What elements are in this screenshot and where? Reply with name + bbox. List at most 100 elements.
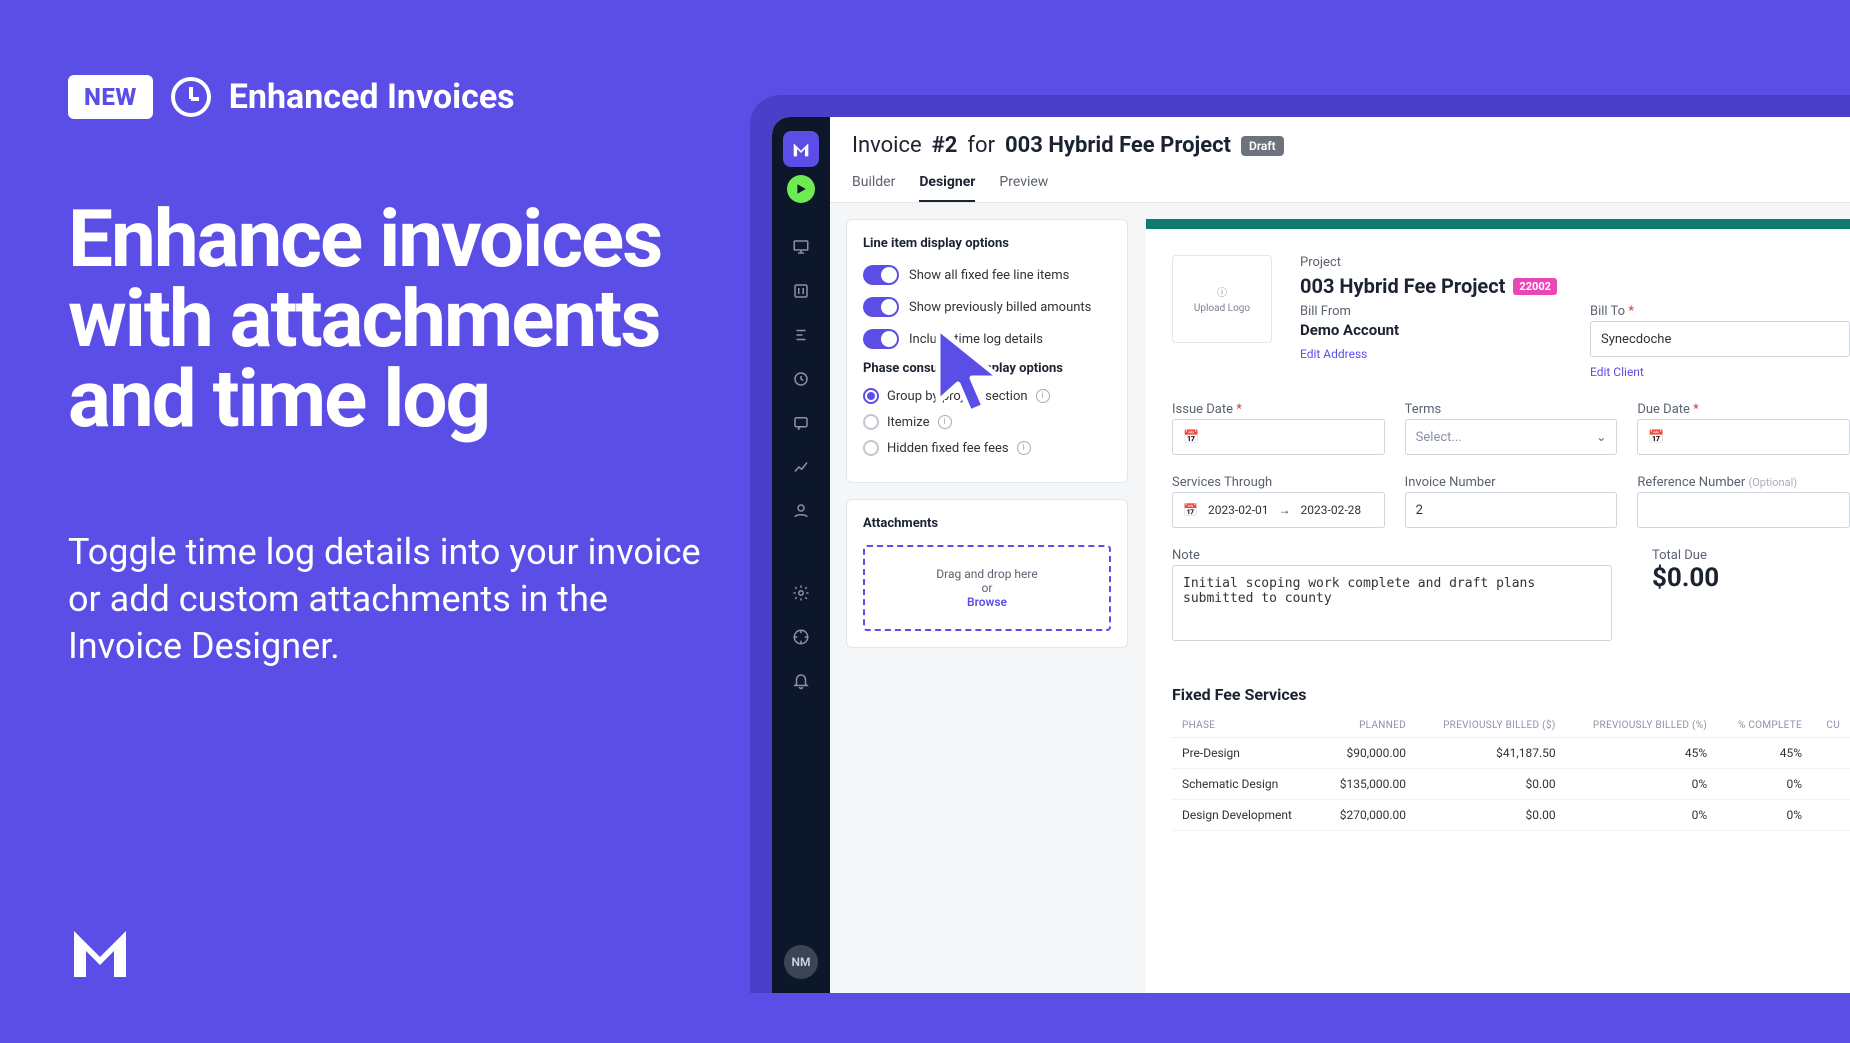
th-phase: PHASE [1172, 714, 1319, 738]
table-cell: Pre-Design [1172, 738, 1319, 769]
title-mid: for [967, 133, 995, 158]
bill-to-input[interactable]: Synecdoche [1590, 321, 1850, 357]
invoice-document: ⓘ Upload Logo Project 003 Hybrid Fee Pro… [1146, 229, 1850, 993]
table-row[interactable]: Pre-Design$90,000.00$41,187.5045%45% [1172, 738, 1850, 769]
promo-subtitle: Toggle time log details into your invoic… [68, 529, 718, 669]
page-header: Invoice #2 for 003 Hybrid Fee Project Dr… [830, 117, 1850, 158]
th-prev-dollar: PREVIOUSLY BILLED ($) [1416, 714, 1566, 738]
dropzone-or: or [875, 581, 1099, 595]
sidenav-grid-icon[interactable] [783, 273, 819, 309]
services-through-label: Services Through [1172, 475, 1385, 490]
invoice-number-input[interactable]: 2 [1405, 492, 1618, 528]
toggle-time-log[interactable] [863, 329, 899, 349]
page-title: Invoice #2 for 003 Hybrid Fee Project Dr… [852, 133, 1828, 158]
attachments-card: Attachments Drag and drop here or Browse [846, 499, 1128, 648]
invoice-number-value: 2 [1416, 503, 1423, 518]
table-cell [1812, 769, 1850, 800]
radio-hidden-fees-label: Hidden fixed fee fees [887, 441, 1009, 456]
attachments-dropzone[interactable]: Drag and drop here or Browse [863, 545, 1111, 631]
title-prefix: Invoice [852, 133, 922, 158]
sidenav-bell-icon[interactable] [783, 663, 819, 699]
note-textarea[interactable] [1172, 565, 1612, 641]
reference-input[interactable] [1637, 492, 1850, 528]
bill-to-label: Bill To [1590, 304, 1625, 319]
line-item-options-title: Line item display options [863, 236, 1111, 251]
dropzone-browse-link[interactable]: Browse [875, 595, 1099, 609]
calendar-icon: 📅 [1183, 503, 1198, 517]
radio-itemize[interactable] [863, 414, 879, 430]
title-project: 003 Hybrid Fee Project [1005, 133, 1231, 158]
project-code-badge: 22002 [1513, 278, 1557, 295]
issue-date-input[interactable]: 📅 [1172, 419, 1385, 455]
sidenav-user-icon[interactable] [783, 493, 819, 529]
toggle-fixed-fee-label: Show all fixed fee line items [909, 268, 1069, 283]
promo-headline: Enhance invoices with attachments and ti… [68, 199, 718, 439]
due-date-input[interactable]: 📅 [1637, 419, 1850, 455]
th-pct-complete: % COMPLETE [1717, 714, 1812, 738]
radio-hidden-fees[interactable] [863, 440, 879, 456]
toggle-time-log-label: Include time log details [909, 332, 1043, 347]
table-cell [1812, 800, 1850, 831]
terms-label: Terms [1405, 402, 1618, 417]
tab-designer[interactable]: Designer [919, 174, 975, 202]
radio-group-by-section[interactable] [863, 388, 879, 404]
services-through-input[interactable]: 📅 2023-02-01 → 2023-02-28 [1172, 492, 1385, 528]
promo-panel: NEW Enhanced Invoices Enhance invoices w… [68, 75, 718, 669]
terms-select[interactable]: Select... ⌄ [1405, 419, 1618, 455]
app-window: NM Invoice #2 for 003 Hybrid Fee Project… [772, 117, 1850, 993]
toggle-prev-billed-label: Show previously billed amounts [909, 300, 1091, 315]
title-invoice-number: #2 [932, 133, 958, 158]
project-label: Project [1300, 255, 1850, 270]
dropzone-text: Drag and drop here [875, 567, 1099, 581]
sidenav-chat-icon[interactable] [783, 405, 819, 441]
sidenav-avatar[interactable]: NM [784, 945, 818, 979]
info-icon[interactable]: i [1017, 441, 1031, 455]
table-cell: 0% [1566, 769, 1718, 800]
table-cell: $270,000.00 [1319, 800, 1416, 831]
info-icon[interactable]: i [1036, 389, 1050, 403]
sidenav-list-icon[interactable] [783, 317, 819, 353]
toggle-prev-billed[interactable] [863, 297, 899, 317]
edit-address-link[interactable]: Edit Address [1300, 347, 1367, 361]
sidenav: NM [772, 117, 830, 993]
bill-to-value: Synecdoche [1601, 332, 1671, 347]
table-cell: 45% [1717, 738, 1812, 769]
table-cell: $0.00 [1416, 800, 1566, 831]
th-prev-pct: PREVIOUSLY BILLED (%) [1566, 714, 1718, 738]
th-cu: CU [1812, 714, 1850, 738]
table-cell: 0% [1717, 800, 1812, 831]
tab-preview[interactable]: Preview [999, 174, 1048, 202]
sidenav-monitor-icon[interactable] [783, 229, 819, 265]
table-cell: $90,000.00 [1319, 738, 1416, 769]
th-planned: PLANNED [1319, 714, 1416, 738]
sidenav-clock-icon[interactable] [783, 361, 819, 397]
toggle-fixed-fee[interactable] [863, 265, 899, 285]
sidenav-help-icon[interactable] [783, 619, 819, 655]
tabs: Builder Designer Preview [830, 174, 1850, 203]
brand-logo-icon [68, 919, 132, 983]
attachments-title: Attachments [863, 516, 1111, 531]
table-cell: $41,187.50 [1416, 738, 1566, 769]
issue-date-label: Issue Date [1172, 402, 1233, 417]
sidenav-chart-icon[interactable] [783, 449, 819, 485]
invoice-accent-bar [1146, 219, 1850, 229]
table-cell: $0.00 [1416, 769, 1566, 800]
table-row[interactable]: Schematic Design$135,000.00$0.000%0% [1172, 769, 1850, 800]
sidenav-logo-icon[interactable] [783, 131, 819, 167]
calendar-icon: 📅 [1183, 430, 1199, 445]
sidenav-gear-icon[interactable] [783, 575, 819, 611]
sidenav-play-icon[interactable] [787, 175, 815, 203]
edit-client-link[interactable]: Edit Client [1590, 365, 1644, 379]
info-icon[interactable]: i [938, 415, 952, 429]
upload-logo-button[interactable]: ⓘ Upload Logo [1172, 255, 1272, 343]
clock-icon [171, 77, 211, 117]
tab-builder[interactable]: Builder [852, 174, 895, 202]
radio-itemize-label: Itemize [887, 415, 930, 430]
invoice-number-label: Invoice Number [1405, 475, 1618, 490]
reference-label: Reference Number [1637, 475, 1745, 490]
table-cell: 0% [1717, 769, 1812, 800]
table-cell: Schematic Design [1172, 769, 1319, 800]
table-cell: 45% [1566, 738, 1718, 769]
table-row[interactable]: Design Development$270,000.00$0.000%0% [1172, 800, 1850, 831]
new-badge: NEW [68, 75, 153, 119]
